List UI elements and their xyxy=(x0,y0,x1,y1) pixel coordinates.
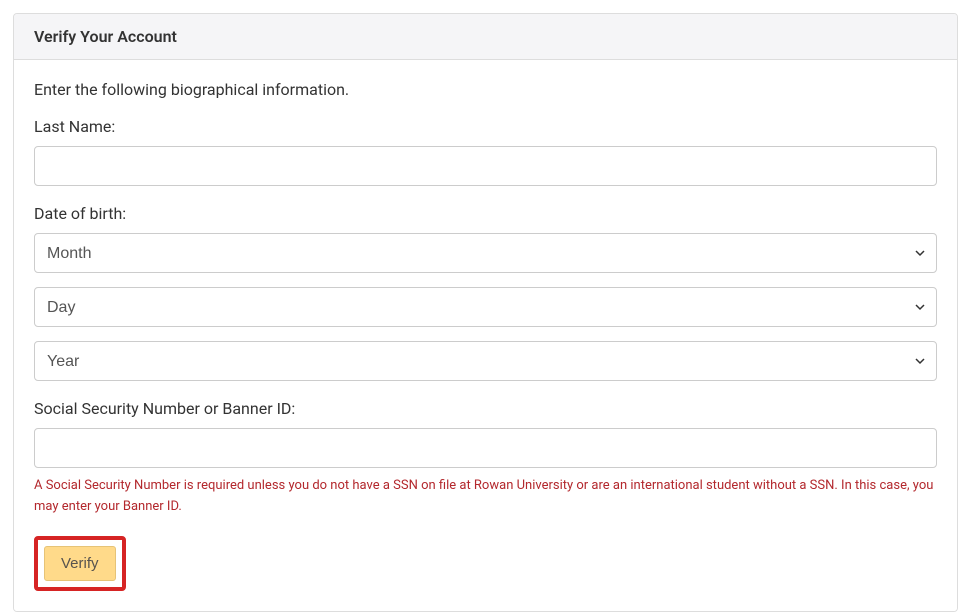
dob-year-select[interactable]: Year xyxy=(34,341,937,381)
instruction-text: Enter the following biographical informa… xyxy=(34,80,937,99)
dob-day-select[interactable]: Day xyxy=(34,287,937,327)
dob-group: Date of birth: Month Day Year xyxy=(34,204,937,381)
dob-selects: Month Day Year xyxy=(34,233,937,381)
verify-button[interactable]: Verify xyxy=(44,546,116,581)
ssn-label: Social Security Number or Banner ID: xyxy=(34,399,937,418)
last-name-input[interactable] xyxy=(34,146,937,186)
last-name-label: Last Name: xyxy=(34,117,937,136)
panel-title: Verify Your Account xyxy=(34,27,937,46)
ssn-help-text: A Social Security Number is required unl… xyxy=(34,476,937,518)
dob-month-select[interactable]: Month xyxy=(34,233,937,273)
verify-button-highlight: Verify xyxy=(34,536,126,591)
last-name-group: Last Name: xyxy=(34,117,937,186)
ssn-group: Social Security Number or Banner ID: A S… xyxy=(34,399,937,518)
dob-label: Date of birth: xyxy=(34,204,937,223)
panel-body: Enter the following biographical informa… xyxy=(14,60,957,611)
ssn-input[interactable] xyxy=(34,428,937,468)
verify-account-panel: Verify Your Account Enter the following … xyxy=(13,13,958,612)
panel-header: Verify Your Account xyxy=(14,14,957,60)
